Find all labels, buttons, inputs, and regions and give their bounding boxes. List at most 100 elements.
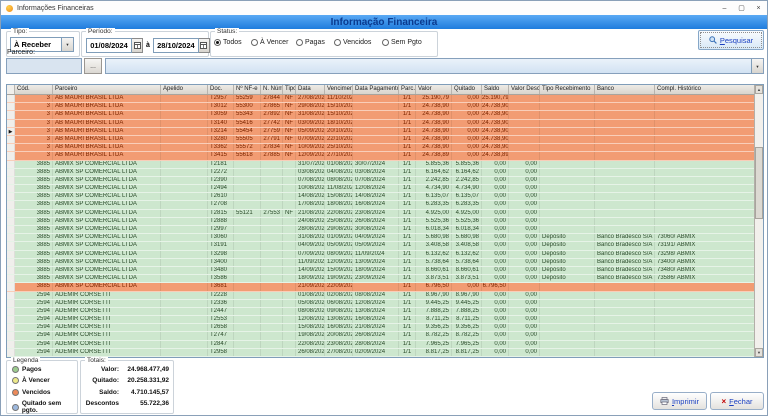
column-header[interactable]: Doc. bbox=[208, 85, 234, 94]
table-row[interactable]: 3885ABMIX SP COMERCIAL LTDAT348014/09/20… bbox=[7, 267, 754, 275]
table-row[interactable]: 3885ABMIX SP COMERCIAL LTDAT319104/09/20… bbox=[7, 242, 754, 250]
pesquisar-button[interactable]: Pesquisar bbox=[698, 30, 764, 50]
cell-parc: 1/1 bbox=[399, 324, 416, 331]
table-row[interactable]: 2594ADEMIR CORSETTIT284722/08/202423/08/… bbox=[7, 341, 754, 349]
cell-venc: 29/08/2024 bbox=[325, 226, 353, 233]
column-header[interactable]: Valor bbox=[416, 85, 452, 94]
column-header[interactable]: Tipo Recebimento bbox=[540, 85, 595, 94]
table-row[interactable]: 2594ADEMIR CORSETTIT295826/08/202427/08/… bbox=[7, 349, 754, 357]
fechar-button[interactable]: × Fechar bbox=[710, 392, 764, 410]
table-row[interactable]: 3885ABMIX SP COMERCIAL LTDAT249410/08/20… bbox=[7, 185, 754, 193]
table-row[interactable]: 3AB MAURI BRASIL LTDAT33625557227834NF10… bbox=[7, 144, 754, 152]
column-header[interactable]: Vencimento bbox=[325, 85, 353, 94]
radio-icon[interactable] bbox=[334, 39, 341, 46]
column-header[interactable]: Parc. bbox=[399, 85, 416, 94]
column-header[interactable]: Nº NF-e bbox=[234, 85, 261, 94]
date-from-input[interactable]: 01/08/2024 bbox=[86, 38, 132, 53]
table-row[interactable]: 3AB MAURI BRASIL LTDAT30125530027865NF29… bbox=[7, 103, 754, 111]
minimize-icon[interactable]: – bbox=[716, 2, 733, 15]
status-radio-à-vencer[interactable]: À Vencer bbox=[251, 39, 288, 46]
table-row[interactable]: 3885ABMIX SP COMERCIAL LTDAT368121/09/20… bbox=[7, 283, 754, 291]
column-header[interactable]: Compl. Histórico bbox=[655, 85, 753, 94]
status-radio-todos[interactable]: Todos bbox=[214, 39, 242, 46]
parceiro-code-input[interactable] bbox=[6, 58, 82, 74]
cell-tipo: NF bbox=[283, 120, 296, 127]
table-row[interactable]: 2594ADEMIR CORSETTIT244708/08/202409/08/… bbox=[7, 308, 754, 316]
status-radio-sem-pgto[interactable]: Sem Pgto bbox=[382, 39, 422, 46]
date-to-input[interactable]: 28/10/2024 bbox=[153, 38, 199, 53]
chevron-down-icon[interactable]: ▼ bbox=[61, 38, 73, 51]
column-header[interactable]: N. Número bbox=[261, 85, 283, 94]
table-row[interactable]: 2594ADEMIR CORSETTIT274719/08/202420/08/… bbox=[7, 332, 754, 340]
vertical-scrollbar[interactable]: ▲ ▼ bbox=[754, 85, 763, 357]
cell-doc: T3586 bbox=[208, 275, 234, 282]
pesquisar-label: Pesquisar bbox=[720, 36, 753, 45]
radio-icon[interactable] bbox=[251, 39, 258, 46]
table-row[interactable]: 2594ADEMIR CORSETTIT233605/08/202406/08/… bbox=[7, 300, 754, 308]
radio-icon[interactable] bbox=[296, 39, 303, 46]
table-row[interactable]: 3885ABMIX SP COMERCIAL LTDAT227203/08/20… bbox=[7, 169, 754, 177]
cell-saldo: 0,00 bbox=[482, 169, 509, 176]
cell-data: 21/08/2024 bbox=[296, 210, 325, 217]
table-row[interactable]: 3885ABMIX SP COMERCIAL LTDAT239007/08/20… bbox=[7, 177, 754, 185]
parceiro-name-select[interactable]: ▼ bbox=[105, 58, 764, 74]
cell-pgto: 30/08/2024 bbox=[353, 226, 399, 233]
cell-pgto bbox=[353, 103, 399, 110]
table-row[interactable]: 3885ABMIX SP COMERCIAL LTDAT340011/09/20… bbox=[7, 259, 754, 267]
cell-venc: 08/09/2024 bbox=[325, 251, 353, 258]
table-row[interactable]: 3885ABMIX SP COMERCIAL LTDAT288824/08/20… bbox=[7, 218, 754, 226]
column-header[interactable]: Quitado bbox=[452, 85, 482, 94]
table-row[interactable]: 3885ABMIX SP COMERCIAL LTDAT299728/08/20… bbox=[7, 226, 754, 234]
table-row[interactable]: 2594ADEMIR CORSETTIT265815/08/202416/08/… bbox=[7, 324, 754, 332]
table-row[interactable]: 3885ABMIX SP COMERCIAL LTDAT261014/08/20… bbox=[7, 193, 754, 201]
table-row[interactable]: ▶3AB MAURI BRASIL LTDAT32145545427759NF0… bbox=[7, 128, 754, 136]
status-radio-pagas[interactable]: Pagas bbox=[296, 39, 325, 46]
scroll-down-icon[interactable]: ▼ bbox=[755, 348, 763, 357]
radio-icon[interactable] bbox=[214, 39, 221, 46]
table-row[interactable]: 3AB MAURI BRASIL LTDAT34155561827885NF12… bbox=[7, 152, 754, 160]
cell-banco bbox=[595, 111, 655, 118]
scrollbar-thumb[interactable] bbox=[755, 147, 763, 219]
radio-icon[interactable] bbox=[382, 39, 389, 46]
column-header[interactable]: Apelido bbox=[161, 85, 208, 94]
table-row[interactable]: 2594ADEMIR CORSETTIT255312/08/202413/08/… bbox=[7, 316, 754, 324]
chevron-down-icon[interactable]: ▼ bbox=[751, 59, 763, 73]
column-header[interactable]: Cód. bbox=[15, 85, 53, 94]
table-row[interactable]: 3885ABMIX SP COMERCIAL LTDAT329807/09/20… bbox=[7, 251, 754, 259]
column-header[interactable]: Banco bbox=[595, 85, 655, 94]
table-row[interactable]: 2594ADEMIR CORSETTIT222801/08/202402/08/… bbox=[7, 292, 754, 300]
column-header[interactable]: Tipo bbox=[283, 85, 296, 94]
table-row[interactable]: 3AB MAURI BRASIL LTDAT29575525927844NF27… bbox=[7, 95, 754, 103]
status-radio-vencidos[interactable]: Vencidos bbox=[334, 39, 371, 46]
table-row[interactable]: 3AB MAURI BRASIL LTDAT31405541627742NF03… bbox=[7, 120, 754, 128]
cell-venc: 20/08/2024 bbox=[325, 332, 353, 339]
cell-parceiro: ABMIX SP COMERCIAL LTDA bbox=[53, 161, 161, 168]
scroll-up-icon[interactable]: ▲ bbox=[755, 85, 763, 94]
browse-button[interactable]: ... bbox=[84, 58, 102, 74]
column-header[interactable]: Parceiro bbox=[53, 85, 161, 94]
calendar-icon[interactable] bbox=[199, 38, 210, 53]
calendar-icon[interactable] bbox=[132, 38, 143, 53]
cell-num: 27885 bbox=[261, 152, 283, 159]
table-row[interactable]: 3885ABMIX SP COMERCIAL LTDAT358618/09/20… bbox=[7, 275, 754, 283]
maximize-icon[interactable]: ▢ bbox=[733, 2, 750, 15]
row-gutter bbox=[7, 226, 15, 233]
table-row[interactable]: 3AB MAURI BRASIL LTDAT32805550527791NF07… bbox=[7, 136, 754, 144]
cell-pgto: 08/08/2024 bbox=[353, 292, 399, 299]
cell-pgto: 13/08/2024 bbox=[353, 308, 399, 315]
table-row[interactable]: 3885ABMIX SP COMERCIAL LTDAT306031/08/20… bbox=[7, 234, 754, 242]
table-row[interactable]: 3885ABMIX SP COMERCIAL LTDAT270817/08/20… bbox=[7, 201, 754, 209]
imprimir-button[interactable]: Imprimir bbox=[652, 392, 707, 410]
cell-cod: 3 bbox=[15, 128, 53, 135]
table-row[interactable]: 3885ABMIX SP COMERCIAL LTDAT218131/07/20… bbox=[7, 161, 754, 169]
cell-data: 07/09/2024 bbox=[296, 136, 325, 143]
column-header[interactable]: Saldo bbox=[482, 85, 509, 94]
column-header[interactable]: Data Pagamento bbox=[353, 85, 399, 94]
cell-parc: 1/1 bbox=[399, 201, 416, 208]
cell-receb bbox=[540, 300, 595, 307]
column-header[interactable]: Data bbox=[296, 85, 325, 94]
table-row[interactable]: 3AB MAURI BRASIL LTDAT30595534327892NF31… bbox=[7, 111, 754, 119]
close-icon[interactable]: × bbox=[750, 2, 767, 15]
table-row[interactable]: 3885ABMIX SP COMERCIAL LTDAT281555121275… bbox=[7, 210, 754, 218]
column-header[interactable]: Valor Desconto bbox=[509, 85, 540, 94]
